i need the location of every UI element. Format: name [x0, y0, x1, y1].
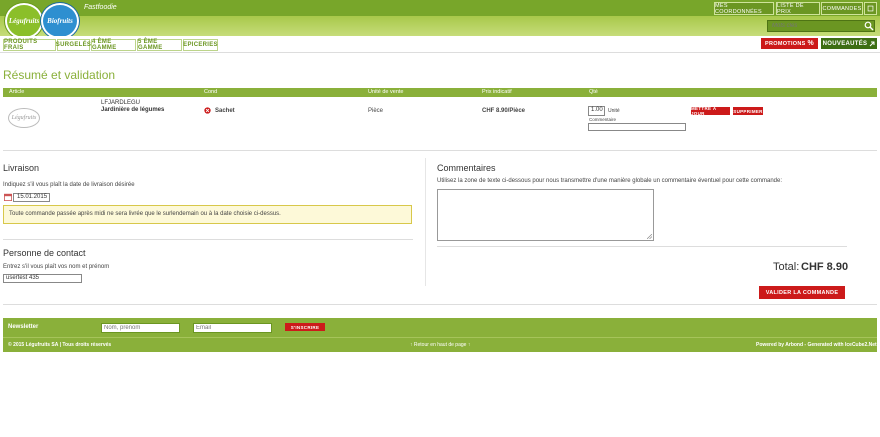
- sales-unit: Pièce: [368, 108, 384, 114]
- nav-fresh-products[interactable]: PRODUITS FRAIS: [3, 39, 56, 51]
- promotions-button[interactable]: PROMOTIONS %: [761, 38, 818, 49]
- comments-title: Commentaires: [437, 163, 496, 173]
- column-divider: [425, 158, 426, 286]
- orders-button[interactable]: COMMANDES: [821, 2, 863, 15]
- column-header-cond: Cond: [204, 89, 218, 95]
- search-input[interactable]: [767, 20, 875, 32]
- footer-divider: [3, 337, 877, 338]
- copyright: © 2015 Légufruits SA | Tous droits réser…: [8, 342, 112, 348]
- line-comment-input[interactable]: [588, 123, 686, 131]
- page-title: Résumé et validation: [3, 68, 116, 82]
- update-button[interactable]: METTRE À JOUR: [691, 106, 730, 116]
- search-icon[interactable]: [864, 21, 874, 31]
- delivery-notice: Toute commande passée après midi ne sera…: [3, 205, 412, 224]
- divider: [437, 246, 847, 247]
- logo-text: Biofruits: [47, 17, 73, 25]
- delivery-date-input[interactable]: 15.01.2015: [13, 193, 50, 202]
- order-comment-textarea[interactable]: [437, 189, 654, 241]
- sachet-icon: [204, 107, 211, 114]
- contact-prompt: Entrez s'il vous plaît vos nom et prénom: [3, 264, 110, 270]
- logo-biofruits[interactable]: Biofruits: [41, 3, 79, 39]
- newsletter-title: Newsletter: [8, 324, 39, 330]
- total-label: Total:: [773, 261, 800, 273]
- logo-text: Légufruits: [8, 17, 40, 25]
- contact-title: Personne de contact: [3, 248, 86, 258]
- powered-by[interactable]: Powered by Arbond - Generated with IceCu…: [756, 342, 877, 348]
- new-products-label: NOUVEAUTÉS: [822, 40, 868, 47]
- cart-icon[interactable]: [864, 2, 877, 15]
- nav-4th-range[interactable]: 4 ÈME GAMME: [91, 39, 136, 51]
- back-to-top-link[interactable]: ↑ Retour en haut de page ↑: [410, 342, 470, 348]
- table-header: [3, 88, 877, 97]
- new-products-button[interactable]: NOUVEAUTÉS: [821, 38, 877, 49]
- divider: [3, 239, 413, 240]
- promotions-label: PROMOTIONS: [765, 40, 806, 47]
- delete-button[interactable]: SUPPRIMER: [733, 107, 763, 115]
- newsletter-email-input[interactable]: [193, 323, 272, 333]
- total-value: CHF 8.90: [801, 261, 849, 273]
- arrow-icon: [869, 41, 875, 46]
- newsletter-name-input[interactable]: [101, 323, 180, 333]
- price-list-button[interactable]: LISTE DE PRIX: [776, 2, 820, 15]
- divider: [3, 150, 877, 151]
- product-code: LFJARDLEGU: [101, 100, 141, 106]
- delivery-title: Livraison: [3, 163, 40, 173]
- resize-handle-icon[interactable]: [647, 234, 652, 239]
- comment-label: Commentaire: [589, 117, 617, 122]
- nav-5th-range[interactable]: 5 ÈME GAMME: [137, 39, 182, 51]
- column-header-article: Article: [9, 89, 25, 95]
- comments-prompt: Utilisez la zone de texte ci-dessous pou…: [437, 178, 782, 184]
- logo-legufruits[interactable]: Légufruits: [5, 3, 43, 39]
- divider: [3, 304, 877, 305]
- percent-icon: %: [807, 40, 814, 47]
- column-header-qty: Qté: [589, 89, 598, 95]
- indicative-price: CHF 8.90/Pièce: [482, 108, 526, 114]
- nav-groceries[interactable]: EPICERIES: [183, 39, 218, 51]
- sub-bar: [0, 16, 880, 36]
- quantity-unit: Unité: [608, 108, 620, 114]
- calendar-icon[interactable]: [4, 193, 12, 201]
- product-name[interactable]: Jardinière de légumes: [101, 107, 164, 113]
- column-header-price: Prix indicatif: [482, 89, 512, 95]
- contact-name-input[interactable]: usertest 435: [3, 274, 82, 283]
- nav-frozen[interactable]: SURGELÉS: [56, 39, 91, 51]
- quantity-input[interactable]: 1.00: [588, 106, 605, 116]
- column-header-unit: Unité de vente: [368, 89, 404, 95]
- validate-order-button[interactable]: VALIDER LA COMMANDE: [759, 286, 845, 299]
- subscribe-button[interactable]: S'INSCRIRE: [285, 323, 325, 331]
- my-details-button[interactable]: MES COORDONNÉES: [714, 2, 774, 15]
- product-thumbnail[interactable]: Légufruits: [7, 104, 41, 132]
- delivery-prompt: Indiquez s'il vous plaît la date de livr…: [3, 182, 135, 188]
- packaging-label: Sachet: [215, 108, 235, 114]
- product-thumb-logo: Légufruits: [8, 108, 40, 128]
- brand-name: Fastfoodie: [84, 4, 117, 11]
